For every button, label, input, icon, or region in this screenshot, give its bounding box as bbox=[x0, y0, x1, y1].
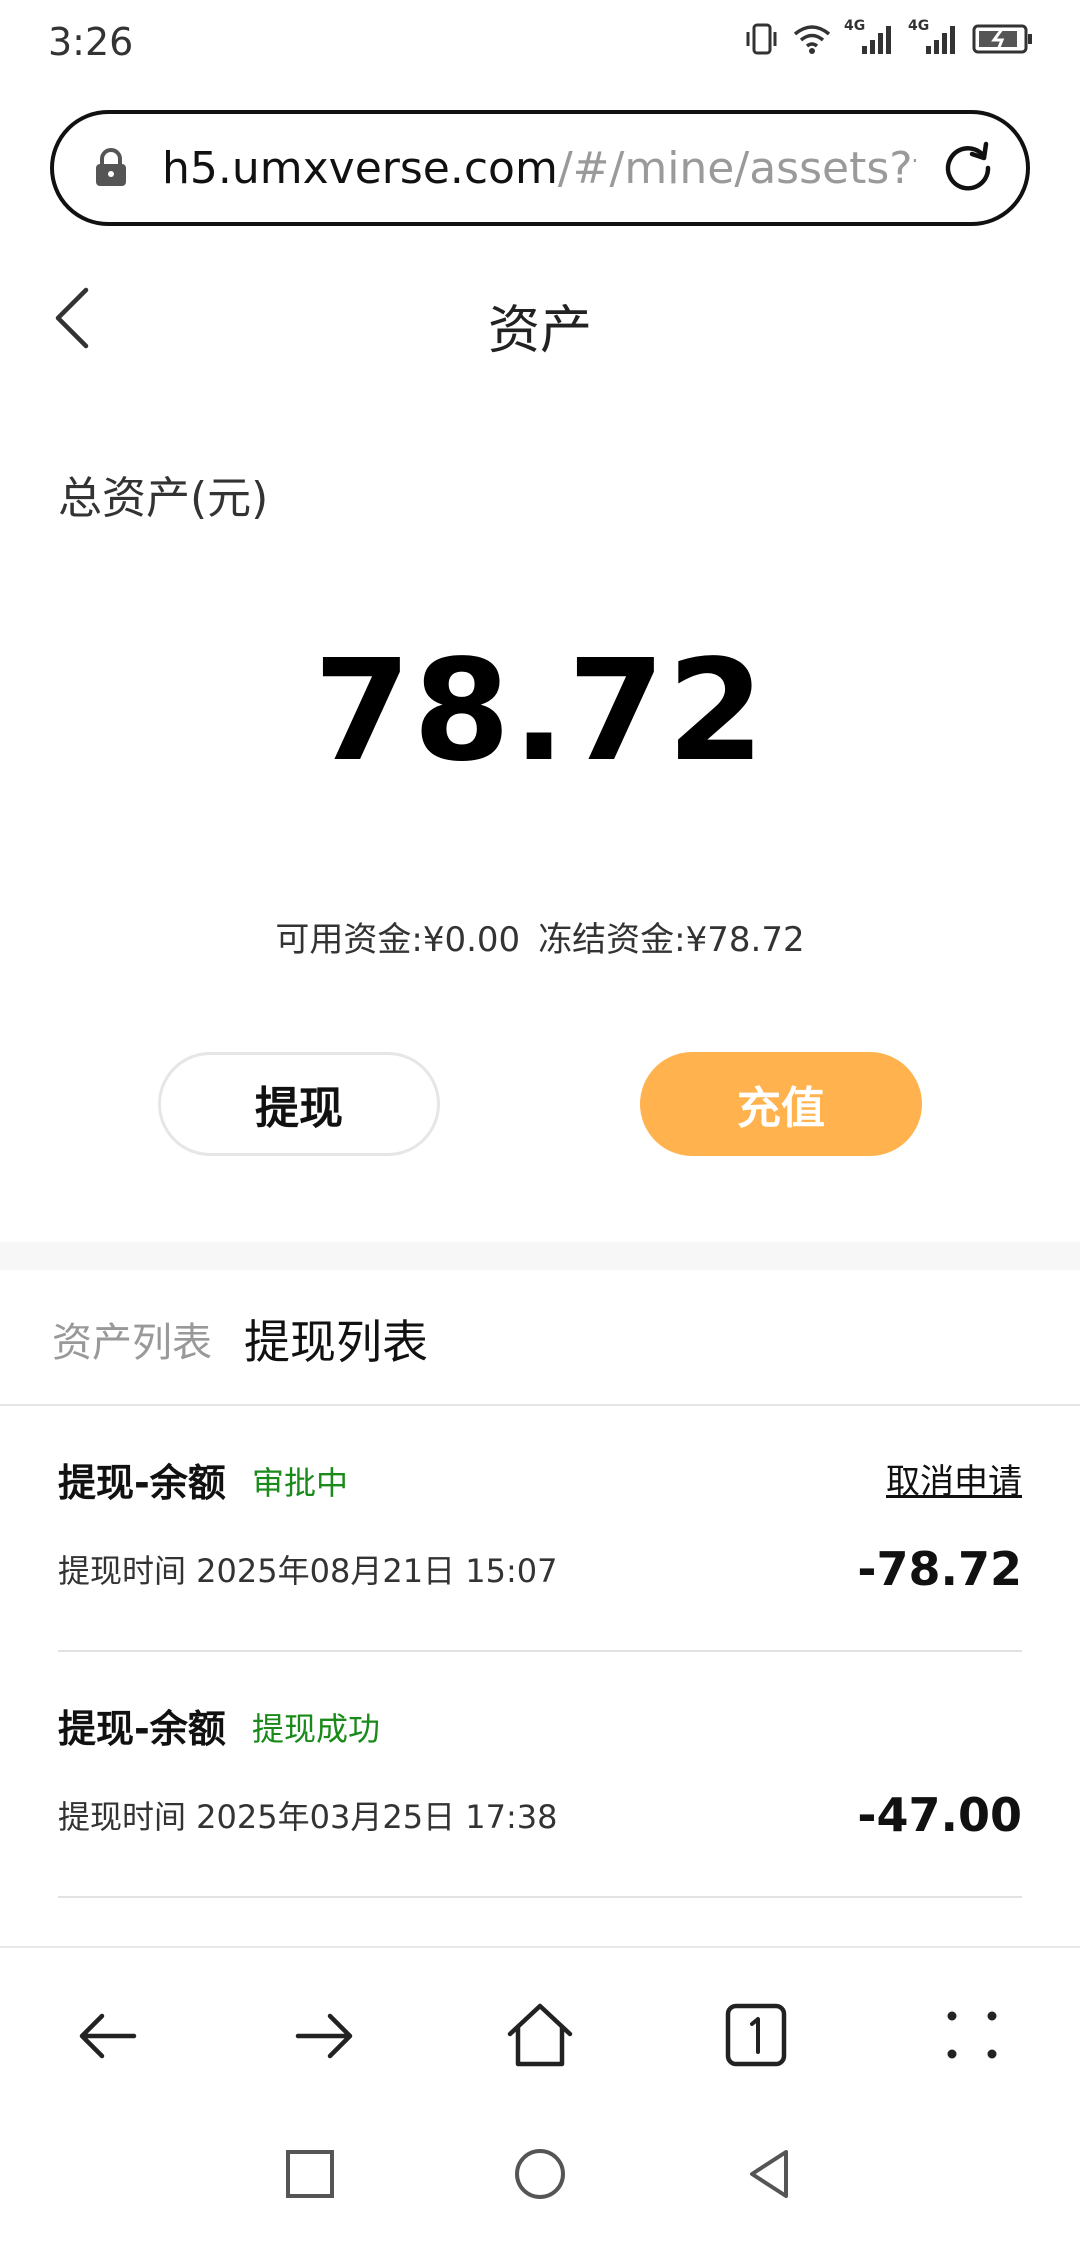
battery-charging-icon bbox=[972, 24, 1032, 54]
lock-icon bbox=[96, 148, 126, 186]
record-time: 提现时间 2025年08月21日 15:07 bbox=[58, 1552, 558, 1590]
available-funds: 可用资金:¥0.00 bbox=[275, 920, 521, 960]
url-host: h5.umxverse.com bbox=[162, 142, 558, 194]
signal-2: 4G bbox=[908, 18, 960, 56]
list-item: 提现-余额 提现成功 提现时间 2025年03月25日 17:38 -47.00 bbox=[58, 1652, 1022, 1898]
recharge-button[interactable]: 充值 bbox=[640, 1052, 922, 1156]
url-path: /#/mine/assets?t bbox=[557, 142, 916, 194]
browser-toolbar bbox=[0, 1946, 1080, 2114]
back-triangle-icon[interactable] bbox=[740, 2144, 800, 2204]
record-title: 提现-余额 bbox=[58, 1461, 226, 1505]
frozen-funds: 冻结资金:¥78.72 bbox=[538, 920, 805, 960]
record-time: 提现时间 2025年03月25日 17:38 bbox=[58, 1798, 558, 1836]
address-bar[interactable]: h5.umxverse.com/#/mine/assets?t bbox=[50, 110, 1030, 226]
record-amount: -47.00 bbox=[857, 1788, 1022, 1842]
record-amount: -78.72 bbox=[857, 1542, 1022, 1596]
signal-1: 4G bbox=[844, 18, 896, 56]
total-assets-amount: 78.72 bbox=[313, 630, 767, 793]
cancel-request-link[interactable]: 取消申请 bbox=[886, 1454, 1022, 1503]
signal-bars-icon bbox=[926, 26, 955, 54]
tab-withdraw-list[interactable]: 提现列表 bbox=[244, 1306, 428, 1372]
more-menu-icon[interactable] bbox=[932, 1996, 1012, 2076]
vibrate-icon bbox=[746, 23, 777, 55]
page-header: 资产 bbox=[0, 258, 1080, 378]
record-status: 提现成功 bbox=[252, 1710, 381, 1748]
wifi-icon bbox=[793, 25, 831, 54]
status-bar: 3:26 4G 4G bbox=[0, 0, 1080, 90]
status-icons: 4G 4G bbox=[744, 18, 1034, 56]
total-assets-label: 总资产(元) bbox=[58, 473, 269, 524]
status-time: 3:26 bbox=[48, 20, 134, 64]
recent-apps-icon[interactable] bbox=[280, 2144, 340, 2204]
list-item: 提现-余额 审批中 取消申请 提现时间 2025年08月21日 15:07 -7… bbox=[58, 1406, 1022, 1652]
balance-details: 可用资金:¥0.00 冻结资金:¥78.72 bbox=[0, 912, 1080, 961]
back-arrow-icon[interactable] bbox=[68, 1996, 148, 2076]
page-title: 资产 bbox=[487, 301, 592, 361]
record-title: 提现-余额 bbox=[58, 1707, 226, 1751]
tab-assets-list[interactable]: 资产列表 bbox=[52, 1310, 212, 1368]
signal-bars-icon bbox=[862, 26, 891, 54]
forward-arrow-icon[interactable] bbox=[284, 1996, 364, 2076]
tabs-count-icon[interactable] bbox=[716, 1996, 796, 2076]
list-tabs: 资产列表 提现列表 bbox=[0, 1270, 1080, 1406]
home-circle-icon[interactable] bbox=[510, 2144, 570, 2204]
reload-icon[interactable] bbox=[936, 136, 1000, 200]
record-status: 审批中 bbox=[252, 1464, 349, 1502]
system-navigation-bar bbox=[0, 2114, 1080, 2244]
section-divider bbox=[0, 1242, 1080, 1270]
url-text[interactable]: h5.umxverse.com/#/mine/assets?t bbox=[162, 143, 916, 194]
withdraw-button[interactable]: 提现 bbox=[158, 1052, 440, 1156]
home-icon[interactable] bbox=[500, 1996, 580, 2076]
